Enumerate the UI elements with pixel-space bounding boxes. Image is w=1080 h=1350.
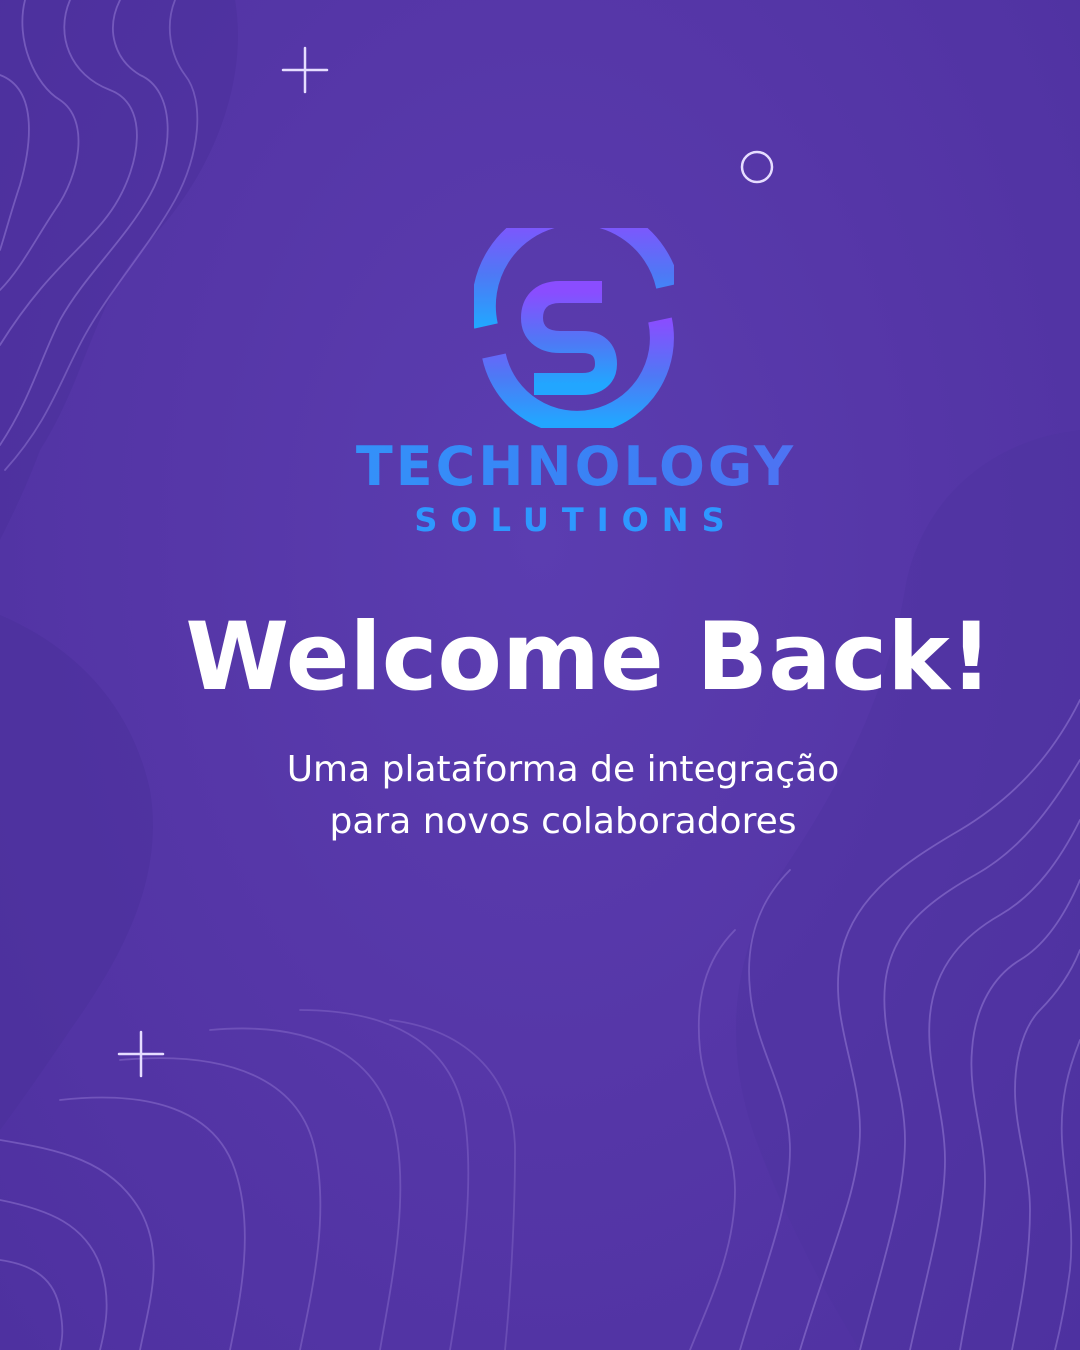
plus-icon	[117, 1030, 165, 1078]
brand-tagline: SOLUTIONS	[414, 501, 738, 539]
subtitle-line-2: para novos colaboradores	[329, 801, 797, 842]
plus-icon	[281, 46, 329, 94]
brand-name: TECHNOLOGY	[0, 432, 1080, 502]
subtitle-line-1: Uma plataforma de integração	[286, 749, 840, 790]
s-circle-logo-icon	[474, 228, 674, 428]
welcome-heading: Welcome Back!	[185, 603, 993, 712]
circle-outline-icon	[740, 150, 774, 184]
welcome-screen: TECHNOLOGY SOLUTIONS Welcome Back! Uma p…	[0, 0, 1080, 1350]
